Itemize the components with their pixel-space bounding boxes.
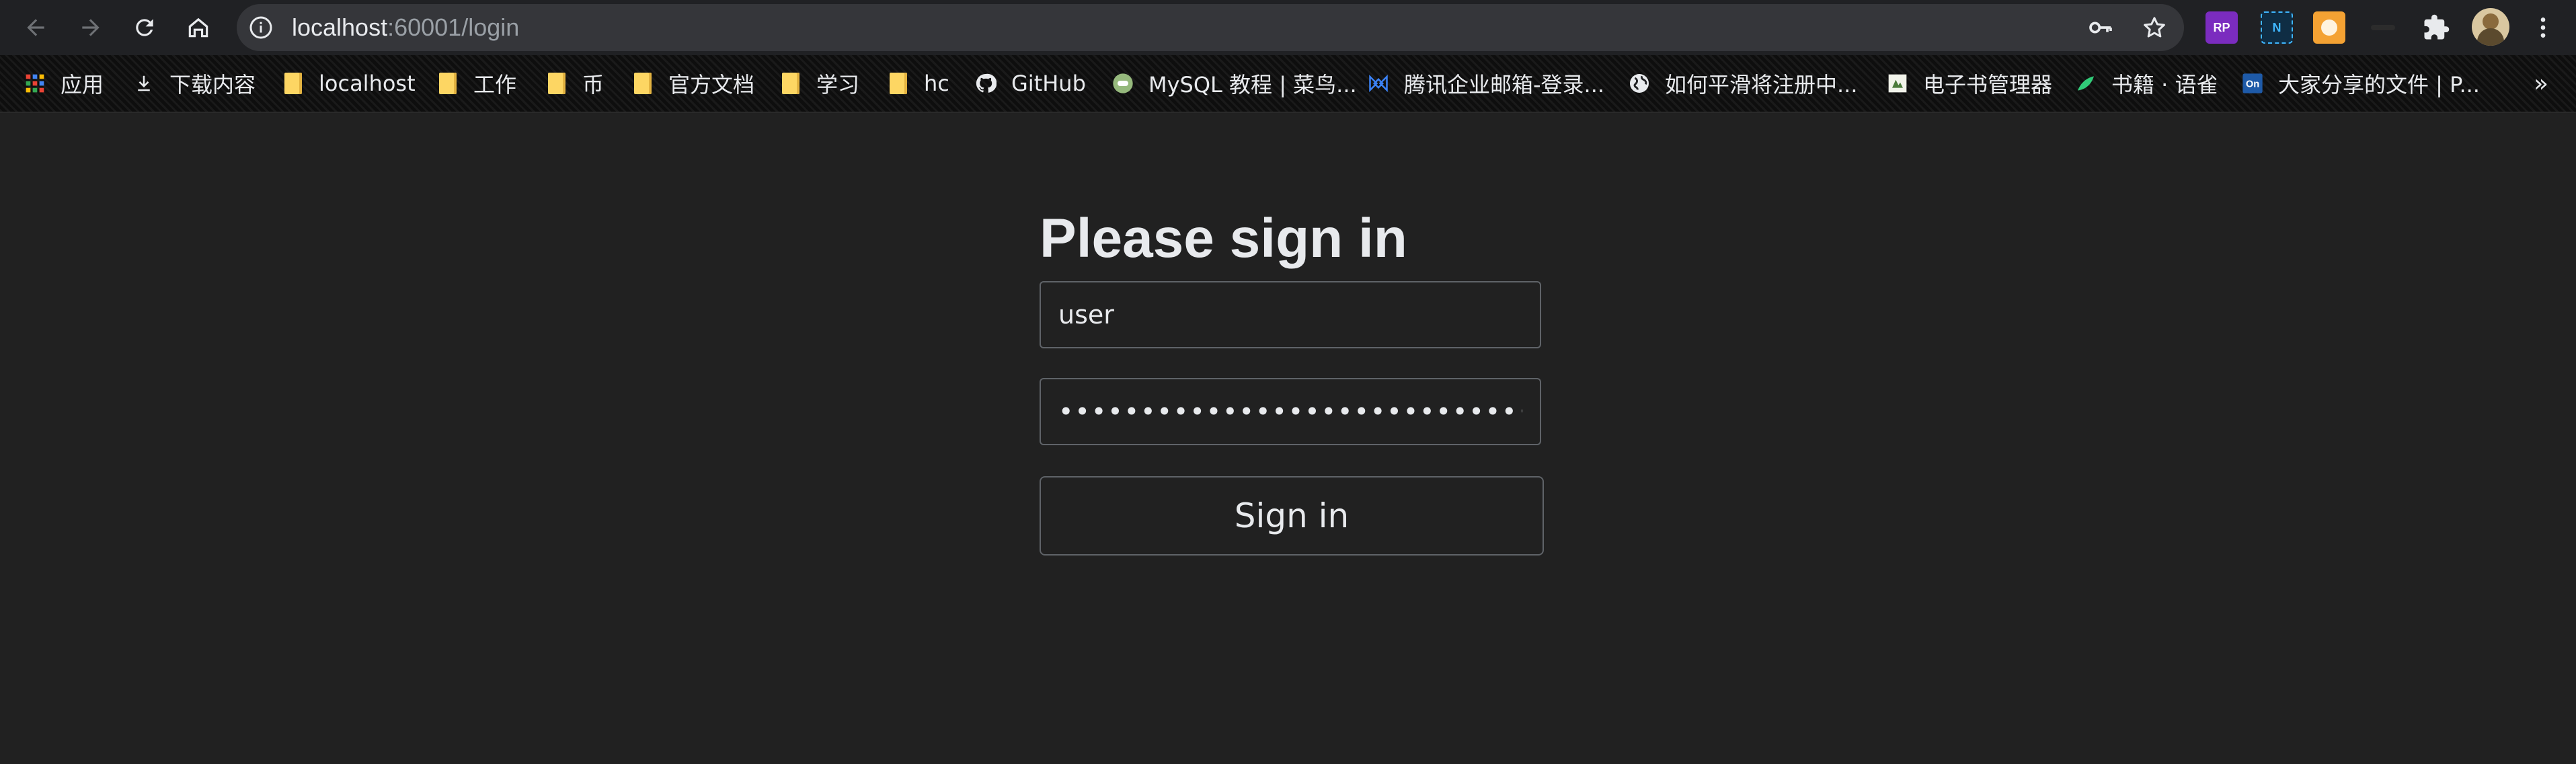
sign-in-button[interactable]: Sign in [1040,476,1544,556]
orange-extension-glyph [2321,20,2337,36]
hidden-extension-icon[interactable] [2367,11,2399,44]
back-button[interactable] [15,7,56,48]
reload-icon [136,19,153,36]
username-field[interactable] [1040,281,1541,348]
bookmark-downloads[interactable]: 下载内容 [133,55,256,112]
page-title: Please sign in [1040,208,1407,269]
download-icon [133,73,155,94]
home-button[interactable] [178,7,219,48]
bookmark-apps[interactable]: 应用 [24,55,104,112]
apps-grid-icon [24,73,46,94]
bookmark-label: 币 [582,72,604,98]
reload-button[interactable] [124,7,165,48]
ebook-icon [1887,73,1908,94]
bookmark-label: 书籍 · 语雀 [2111,72,2218,98]
bookmark-folder-work[interactable]: 工作 [437,55,516,112]
orange-extension-icon[interactable] [2313,11,2345,44]
url-path: :60001/login [387,13,520,41]
bookmark-star-icon[interactable] [2141,14,2168,41]
more-menu-icon[interactable] [2530,13,2557,42]
bookmark-github[interactable]: GitHub [975,55,1086,112]
bookmark-registry-article[interactable]: 如何平滑将注册中... [1629,55,1858,112]
bookmark-label: 学习 [816,72,860,98]
bookmark-mysql-tutorial[interactable]: MySQL 教程 | 菜鸟... [1112,55,1357,112]
arrow-left-icon [27,19,44,36]
bookmark-label: MySQL 教程 | 菜鸟... [1148,72,1357,98]
runoob-icon [1112,73,1134,94]
onedrive-icon: On [2242,73,2263,94]
bookmark-label: 工作 [473,72,517,98]
folder-icon [282,73,304,94]
bookmark-label: GitHub [1011,71,1086,96]
github-icon [975,73,997,94]
bookmark-shared-files[interactable]: On 大家分享的文件 | P... [2242,55,2480,112]
bookmark-label: 电子书管理器 [1923,72,2053,98]
bookmark-label: 下载内容 [169,72,256,98]
svg-text:On: On [2246,79,2259,89]
bookmarks-bar: 应用 下载内容 localhost 工作 币 官方文档 学习 hc GitHub [0,55,2576,113]
globe-icon [1629,73,1650,94]
bookmark-label: 应用 [61,72,104,98]
bookmark-folder-official-docs[interactable]: 官方文档 [632,55,754,112]
bookmark-label: 官方文档 [668,72,755,98]
avatar-body [2477,28,2504,46]
bookmark-yuque-books[interactable]: 书籍 · 语雀 [2075,55,2218,112]
bookmark-label: localhost [319,71,416,96]
bookmark-label: hc [924,71,949,96]
n-extension-icon[interactable]: N [2261,11,2293,44]
folder-icon [546,73,568,94]
bookmark-tencent-mail[interactable]: 腾讯企业邮箱-登录... [1368,55,1604,112]
arrow-right-icon [82,19,100,36]
folder-icon [437,73,459,94]
folder-icon [780,73,802,94]
home-icon [188,17,208,38]
address-bar[interactable]: localhost:60001/login [237,4,2184,51]
hidden-extension-glyph [2371,25,2395,30]
key-icon[interactable] [2087,14,2114,41]
profile-avatar[interactable] [2472,8,2509,46]
avatar-head [2483,13,2499,30]
folder-icon [888,73,909,94]
folder-icon [632,73,654,94]
puzzle-extensions-icon[interactable] [2422,13,2450,42]
bookmark-folder-study[interactable]: 学习 [780,55,859,112]
rp-extension-icon[interactable]: RP [2206,11,2238,44]
yuque-icon [2075,73,2097,94]
forward-button[interactable] [70,7,112,48]
bookmark-label: 大家分享的文件 | P... [2278,72,2480,98]
bookmark-folder-hc[interactable]: hc [888,55,949,112]
bookmark-label: 腾讯企业邮箱-登录... [1404,72,1605,98]
bookmark-ebook-manager[interactable]: 电子书管理器 [1887,55,2052,112]
bookmarks-overflow-button[interactable]: » [2534,55,2548,112]
browser-toolbar: localhost:60001/login RP N [0,0,2576,55]
overflow-chevron-icon: » [2534,69,2549,98]
tencent-mail-icon [1368,73,1389,94]
url-host: localhost [292,13,388,41]
password-field[interactable] [1040,378,1541,445]
bookmark-folder-localhost[interactable]: localhost [282,55,416,112]
bookmark-label: 如何平滑将注册中... [1665,72,1858,98]
bookmark-folder-coin[interactable]: 币 [546,55,604,112]
info-icon[interactable] [249,15,273,40]
url-text[interactable]: localhost:60001/login [292,4,519,51]
